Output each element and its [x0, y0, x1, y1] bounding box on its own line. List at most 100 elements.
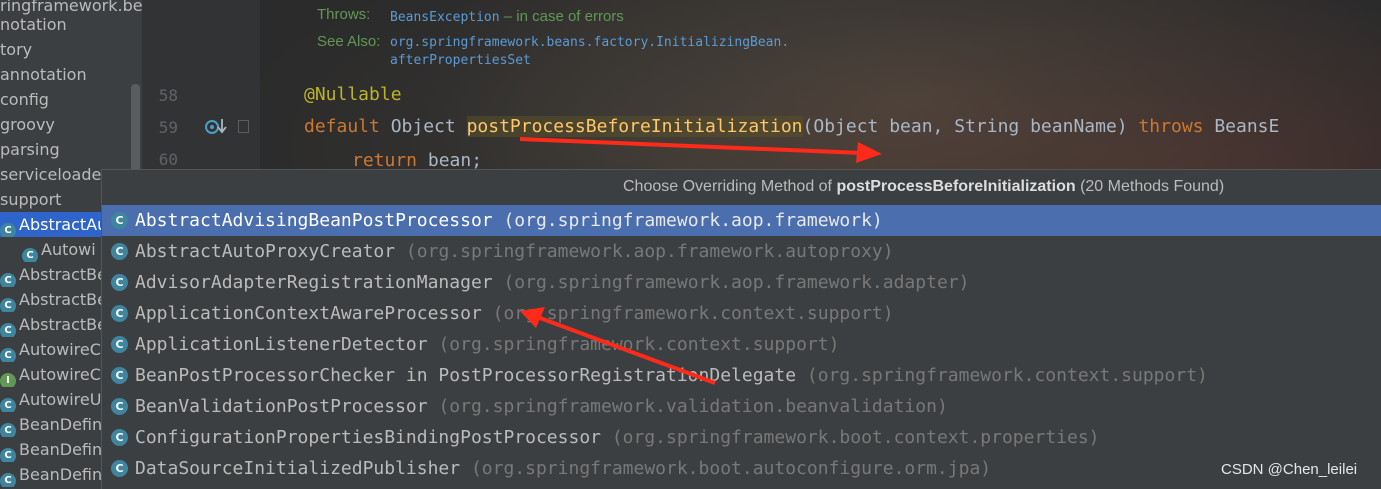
- popup-title: Choose Overriding Method of postProcessB…: [102, 170, 1381, 203]
- class-name: BeanValidationPostProcessor: [135, 396, 428, 417]
- keyword-default: default: [304, 116, 380, 137]
- class-icon: C: [0, 298, 16, 312]
- return-expression: bean;: [417, 150, 483, 171]
- tree-item-label: tory: [0, 40, 33, 59]
- popup-item[interactable]: C BeanPostProcessorChecker in PostProces…: [102, 360, 1381, 391]
- class-icon: C: [0, 398, 16, 412]
- class-name: AdvisorAdapterRegistrationManager: [135, 272, 493, 293]
- doc-throws-text: – in case of errors: [499, 8, 624, 25]
- tree-item-label: AutowireC: [19, 365, 101, 384]
- tree-item-label: AbstractAu: [19, 215, 108, 234]
- tree-item-label: AutowireC: [19, 340, 101, 359]
- class-icon: C: [0, 473, 16, 487]
- tree-item-label: support: [0, 190, 62, 209]
- tree-item-label: AbstractBe: [19, 315, 107, 334]
- package-name: (org.springframework.context.support): [796, 365, 1208, 386]
- tree-item-label: parsing: [0, 140, 60, 159]
- class-icon: C: [0, 448, 16, 462]
- class-name: BeanPostProcessorChecker in PostProcesso…: [135, 365, 797, 386]
- doc-exception-link[interactable]: BeansException: [390, 10, 500, 25]
- class-name: ApplicationListenerDetector: [135, 334, 428, 355]
- class-name: ConfigurationPropertiesBindingPostProces…: [135, 427, 601, 448]
- annotation-nullable: @Nullable: [304, 84, 402, 105]
- tree-item[interactable]: tory: [0, 37, 142, 62]
- method-params: (Object bean, String beanName): [802, 116, 1139, 137]
- doc-throws-label: Throws:: [317, 6, 371, 23]
- class-icon: C: [111, 460, 128, 477]
- doc-see-also-label: See Also:: [317, 33, 381, 50]
- popup-title-method: postProcessBeforeInitialization: [836, 178, 1076, 195]
- popup-item[interactable]: C AbstractAutoProxyCreator (org.springfr…: [102, 236, 1381, 267]
- class-icon: C: [111, 367, 128, 384]
- class-icon: C: [111, 274, 128, 291]
- tree-item-label: config: [0, 90, 49, 109]
- code-line-58: @Nullable: [304, 79, 402, 111]
- exception-type: BeansE: [1203, 116, 1280, 137]
- tree-item-label: notation: [0, 15, 67, 34]
- overridden-method-gutter-icon[interactable]: [204, 117, 230, 142]
- tree-item[interactable]: config: [0, 87, 142, 112]
- doc-throws-value: BeansException – in case of errors: [390, 8, 624, 25]
- class-name: ApplicationContextAwareProcessor: [135, 303, 482, 324]
- package-name: (org.springframework.context.support): [427, 334, 840, 355]
- package-name: (org.springframework.validation.beanvali…: [427, 396, 948, 417]
- javadoc-rendered: Throws: BeansException – in case of erro…: [305, 0, 1005, 76]
- package-name: (org.springframework.boot.autoconfigure.…: [460, 458, 992, 479]
- tree-item-label: BeanDefin: [19, 440, 103, 459]
- popup-item[interactable]: C ApplicationListenerDetector (org.sprin…: [102, 329, 1381, 360]
- class-icon: C: [111, 429, 128, 446]
- class-icon: C: [22, 248, 38, 262]
- package-name: (org.springframework.boot.context.proper…: [601, 427, 1100, 448]
- popup-item[interactable]: C AdvisorAdapterRegistrationManager (org…: [102, 267, 1381, 298]
- popup-title-prefix: Choose Overriding Method of: [623, 178, 837, 195]
- popup-title-suffix: (20 Methods Found): [1075, 178, 1225, 195]
- tree-item-label: BeanDefin: [19, 465, 103, 484]
- tree-item[interactable]: annotation: [0, 62, 142, 87]
- class-icon: C: [111, 336, 128, 353]
- tree-item-label: Autowi: [41, 240, 96, 259]
- tree-item-label: AbstractBe: [19, 290, 107, 309]
- choose-overriding-method-popup[interactable]: Choose Overriding Method of postProcessB…: [101, 169, 1381, 489]
- package-name: (org.springframework.aop.framework.adapt…: [492, 272, 970, 293]
- code-line-59: default Object postProcessBeforeInitiali…: [304, 111, 1279, 143]
- class-name: DataSourceInitializedPublisher: [135, 458, 461, 479]
- tree-item-label: AutowireU: [19, 390, 102, 409]
- class-name: AbstractAdvisingBeanPostProcessor: [135, 210, 493, 231]
- tree-item[interactable]: parsing: [0, 137, 142, 162]
- line-number: 58: [158, 86, 178, 105]
- package-name: (org.springframework.aop.framework): [492, 210, 883, 231]
- popup-item[interactable]: C BeanValidationPostProcessor (org.sprin…: [102, 391, 1381, 422]
- class-icon: C: [0, 323, 16, 337]
- keyword-throws: throws: [1138, 116, 1204, 137]
- tree-item-label: groovy: [0, 115, 55, 134]
- tree-item-label: annotation: [0, 65, 87, 84]
- popup-item-selected[interactable]: C AbstractAdvisingBeanPostProcessor (org…: [102, 205, 1381, 236]
- popup-item[interactable]: C ApplicationContextAwareProcessor (org.…: [102, 298, 1381, 329]
- return-type: Object: [379, 116, 467, 137]
- class-icon: C: [111, 398, 128, 415]
- class-icon: C: [0, 348, 16, 362]
- tree-item-label: serviceloader: [0, 165, 108, 184]
- class-icon: C: [111, 212, 128, 229]
- doc-see-also-link-cont[interactable]: afterPropertiesSet: [390, 53, 531, 68]
- tree-item-label: BeanDefin: [19, 415, 103, 434]
- tree-item-label: AbstractBe: [19, 265, 107, 284]
- line-number: 59: [158, 118, 178, 137]
- package-name: (org.springframework.context.support): [481, 303, 894, 324]
- interface-icon: I: [0, 373, 16, 387]
- class-name: AbstractAutoProxyCreator: [135, 241, 396, 262]
- tree-item[interactable]: notation: [0, 12, 142, 37]
- keyword-return: return: [352, 150, 418, 171]
- doc-see-also-link[interactable]: org.springframework.beans.factory.Initia…: [390, 35, 789, 50]
- method-name[interactable]: postProcessBeforeInitialization: [466, 116, 803, 137]
- popup-item[interactable]: C ConfigurationPropertiesBindingPostProc…: [102, 422, 1381, 453]
- popup-item[interactable]: C DataSourceInitializedPublisher (org.sp…: [102, 453, 1381, 484]
- class-icon: C: [111, 305, 128, 322]
- class-icon: C: [0, 223, 16, 237]
- fold-marker-icon[interactable]: [238, 120, 249, 133]
- package-name: (org.springframework.aop.framework.autop…: [395, 241, 894, 262]
- tree-item[interactable]: groovy: [0, 112, 142, 137]
- class-icon: C: [111, 243, 128, 260]
- class-icon: C: [0, 423, 16, 437]
- class-icon: C: [0, 273, 16, 287]
